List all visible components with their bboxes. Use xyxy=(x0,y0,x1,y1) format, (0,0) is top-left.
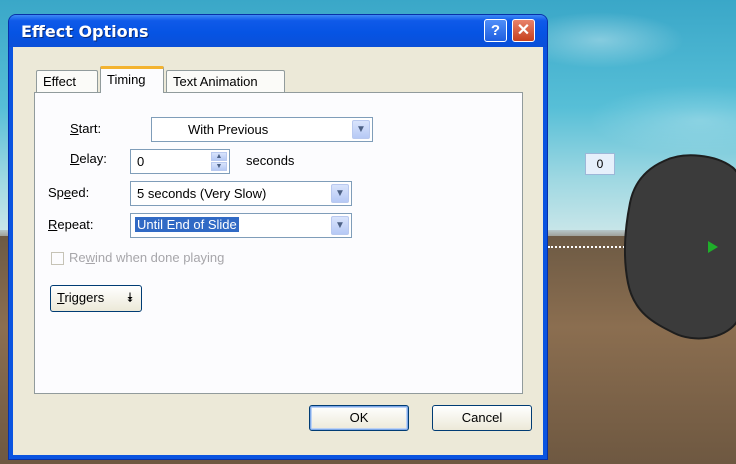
delay-value: 0 xyxy=(137,154,145,169)
repeat-value: Until End of Slide xyxy=(135,217,239,232)
animated-shape[interactable] xyxy=(624,153,736,341)
chevron-down-icon[interactable]: ▼ xyxy=(331,216,349,235)
start-value: With Previous xyxy=(188,122,269,137)
triggers-button[interactable]: Triggers ⯯ xyxy=(50,285,142,312)
rewind-checkbox[interactable] xyxy=(51,252,64,265)
spin-arrows-icon[interactable]: ▲ ▼ xyxy=(211,152,227,171)
chevron-down-icon[interactable]: ▼ xyxy=(352,120,370,139)
repeat-dropdown[interactable]: Until End of Slide ▼ xyxy=(130,213,352,238)
effect-options-dialog: Effect Options ? ✕ Effect Timing Text An… xyxy=(8,14,548,460)
rewind-label: Rewind when done playing xyxy=(69,250,225,265)
delay-spinbox[interactable]: 0 ▲ ▼ xyxy=(130,149,230,174)
spin-down-icon[interactable]: ▼ xyxy=(211,162,227,171)
speed-dropdown[interactable]: 5 seconds (Very Slow) ▼ xyxy=(130,181,352,206)
title-bar[interactable]: Effect Options ? ✕ xyxy=(9,15,547,47)
start-dropdown[interactable]: With Previous ▼ xyxy=(151,117,373,142)
repeat-label: Repeat: xyxy=(48,217,94,232)
help-icon: ? xyxy=(490,22,501,39)
spin-up-icon[interactable]: ▲ xyxy=(211,152,227,161)
delay-unit: seconds xyxy=(246,153,295,168)
timing-panel: Start: With Previous ▼ Delay: xyxy=(34,92,523,394)
chevron-down-icon[interactable]: ▼ xyxy=(331,184,349,203)
tab-effect[interactable]: Effect xyxy=(36,70,98,92)
tab-timing[interactable]: Timing xyxy=(100,66,164,93)
cancel-button[interactable]: Cancel xyxy=(432,405,532,431)
speed-value: 5 seconds (Very Slow) xyxy=(137,186,267,201)
delay-label: Delay: xyxy=(70,151,107,166)
tab-text-animation[interactable]: Text Animation xyxy=(166,70,285,92)
animation-order-badge[interactable]: 0 xyxy=(585,153,615,175)
double-chevron-down-icon: ⯯ xyxy=(126,290,134,305)
help-button[interactable]: ? xyxy=(484,19,507,42)
dialog-body: Effect Timing Text Animation Start: With… xyxy=(13,47,543,455)
close-icon: ✕ xyxy=(516,22,531,39)
start-label: Start: xyxy=(70,121,102,136)
ok-button[interactable]: OK xyxy=(309,405,409,431)
close-button[interactable]: ✕ xyxy=(512,19,535,42)
speed-label: Speed: xyxy=(48,185,90,200)
dialog-title: Effect Options xyxy=(21,22,149,41)
